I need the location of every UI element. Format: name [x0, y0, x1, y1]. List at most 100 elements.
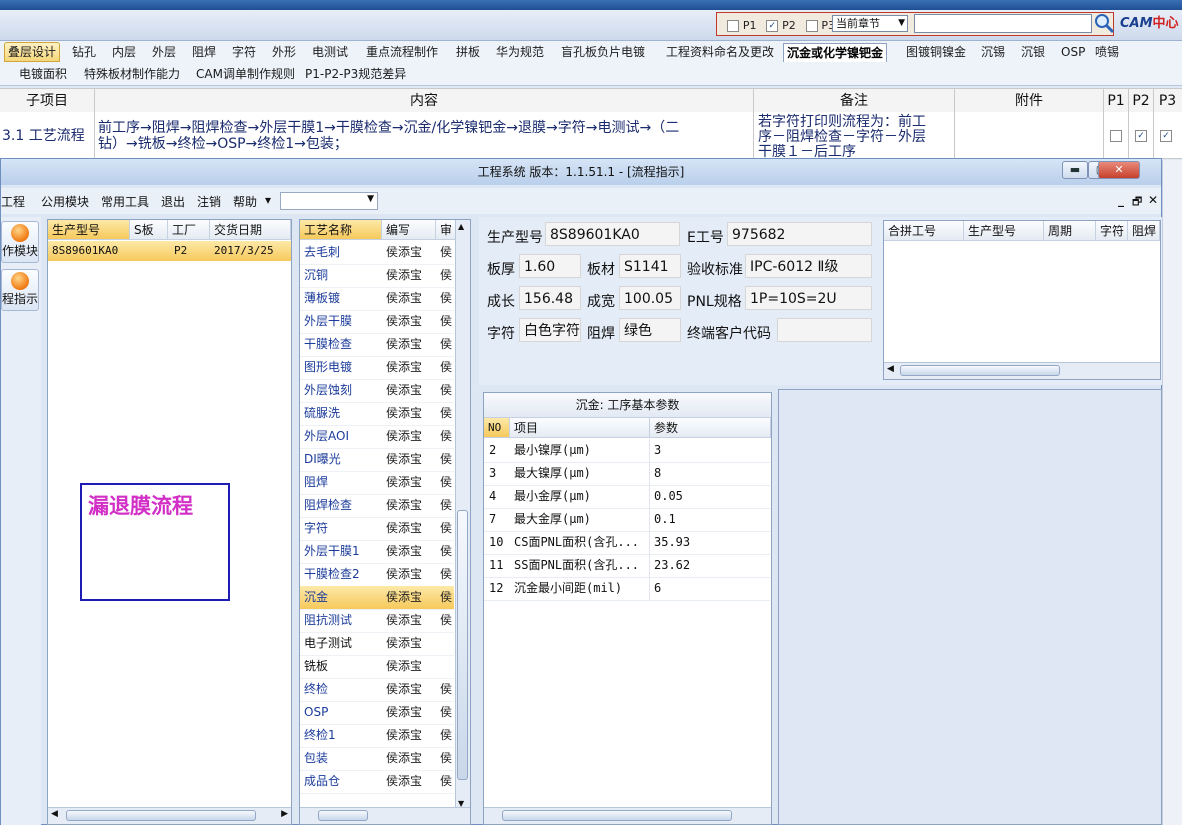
tab-cam-rules[interactable]: CAM调单制作规则 — [193, 65, 298, 83]
process-hscrollbar[interactable] — [300, 807, 470, 824]
params-col-value[interactable]: 参数 — [650, 418, 771, 438]
tab-drill[interactable]: 钻孔 — [69, 43, 99, 61]
param-row[interactable]: 10 CS面PNL面积(含孔... 35.93 — [484, 531, 770, 555]
process-row[interactable]: 图形电镀 侯添宝 侯 — [300, 356, 454, 380]
module-button-flow[interactable]: 程指示 — [1, 269, 39, 311]
pnl-field[interactable]: 1P=10S=2U — [745, 286, 872, 310]
chapter-select[interactable]: 当前章节 ▼ — [832, 15, 908, 32]
tab-naming[interactable]: 工程资料命名及更改 — [663, 43, 777, 61]
menu-logout[interactable]: 注销 — [197, 193, 221, 210]
tab-outer[interactable]: 外层 — [149, 43, 179, 61]
process-row[interactable]: 字符 侯添宝 侯 — [300, 517, 454, 541]
tab-special-material[interactable]: 特殊板材制作能力 — [81, 65, 183, 83]
process-row[interactable]: 成品仓 侯添宝 侯 — [300, 770, 454, 794]
search-input[interactable] — [914, 14, 1092, 33]
process-row[interactable]: 薄板镀 侯添宝 侯 — [300, 287, 454, 311]
process-row[interactable]: 包装 侯添宝 侯 — [300, 747, 454, 771]
menu-project[interactable]: 工程 — [1, 193, 25, 210]
proc-col-reviewer[interactable]: 审 — [436, 220, 456, 240]
tab-hasl[interactable]: 喷锡 — [1092, 43, 1122, 61]
tab-silver[interactable]: 沉银 — [1018, 43, 1048, 61]
orders-col-factory[interactable]: 工厂 — [168, 220, 210, 240]
p1-checkbox[interactable] — [727, 19, 739, 32]
tab-soldermask[interactable]: 阻焊 — [189, 43, 219, 61]
tab-osp[interactable]: OSP — [1058, 43, 1088, 61]
proc-col-author[interactable]: 编写 — [382, 220, 436, 240]
menu-exit[interactable]: 退出 — [161, 193, 185, 210]
process-row[interactable]: 沉铜 侯添宝 侯 — [300, 264, 454, 288]
process-row[interactable]: 沉金 侯添宝 侯 — [300, 586, 454, 610]
process-row[interactable]: 去毛刺 侯添宝 侯 — [300, 241, 454, 265]
tab-blind-hole[interactable]: 盲孔板负片电镀 — [558, 43, 648, 61]
p3-checkbox[interactable] — [805, 19, 818, 32]
tab-stackup[interactable]: 叠层设计 — [4, 42, 61, 62]
row-p1-checkbox[interactable] — [1110, 130, 1122, 142]
mdi-restore-button[interactable]: 🗗 — [1132, 193, 1142, 212]
scroll-thumb[interactable] — [457, 510, 468, 780]
tab-plating[interactable]: 图镀铜镍金 — [903, 43, 969, 61]
orders-hscrollbar[interactable]: ◀ ▶ — [48, 807, 291, 824]
length-field[interactable]: 156.48 — [519, 286, 581, 310]
params-hscrollbar[interactable] — [484, 807, 771, 824]
merge-col-period[interactable]: 周期 — [1044, 221, 1096, 241]
merge-col-mask[interactable]: 阻焊 — [1128, 221, 1160, 241]
process-row[interactable]: 干膜检查 侯添宝 侯 — [300, 333, 454, 357]
tab-p-diff[interactable]: P1-P2-P3规范差异 — [302, 65, 409, 83]
tab-key-flow[interactable]: 重点流程制作 — [363, 43, 441, 61]
mdi-minimize-button[interactable]: _ — [1118, 193, 1124, 207]
process-row[interactable]: 阻焊检查 侯添宝 侯 — [300, 494, 454, 518]
process-row[interactable]: 干膜检查2 侯添宝 侯 — [300, 563, 454, 587]
merge-col-silk[interactable]: 字符 — [1096, 221, 1128, 241]
scroll-thumb[interactable] — [502, 810, 732, 821]
tab-profile[interactable]: 外形 — [269, 43, 299, 61]
menu-help[interactable]: 帮助 — [233, 193, 257, 210]
param-row[interactable]: 4 最小金厚(μm) 0.05 — [484, 485, 770, 509]
customer-code-field[interactable] — [777, 318, 872, 342]
process-row[interactable]: 外层干膜1 侯添宝 侯 — [300, 540, 454, 564]
process-row[interactable]: 阻抗测试 侯添宝 侯 — [300, 609, 454, 633]
silkscreen-field[interactable]: 白色字符 — [519, 318, 581, 342]
process-row[interactable]: 电子测试 侯添宝 — [300, 632, 454, 656]
tab-plating-area[interactable]: 电镀面积 — [16, 65, 70, 83]
menu-combo[interactable]: ▼ — [280, 192, 378, 210]
thickness-field[interactable]: 1.60 — [519, 254, 581, 278]
soldermask-field[interactable]: 绿色 — [619, 318, 681, 342]
row-p2-checkbox[interactable]: ✓ — [1135, 130, 1147, 142]
merge-col-model[interactable]: 生产型号 — [964, 221, 1044, 241]
row-p3-checkbox[interactable]: ✓ — [1160, 130, 1172, 142]
close-button[interactable]: ✕ — [1098, 161, 1140, 179]
tab-huawei[interactable]: 华为规范 — [493, 43, 547, 61]
param-row[interactable]: 3 最大镍厚(μm) 8 — [484, 462, 770, 486]
mdi-close-button[interactable]: ✕ — [1148, 193, 1158, 207]
module-button-work[interactable]: 作模块 — [1, 221, 39, 263]
process-row[interactable]: 终检 侯添宝 侯 — [300, 678, 454, 702]
tab-silkscreen[interactable]: 字符 — [229, 43, 259, 61]
width-field[interactable]: 100.05 — [619, 286, 681, 310]
process-row[interactable]: 终检1 侯添宝 侯 — [300, 724, 454, 748]
scroll-thumb[interactable] — [900, 365, 1060, 376]
model-field[interactable]: 8S89601KA0 — [545, 222, 680, 246]
process-row[interactable]: 硫脲洗 侯添宝 侯 — [300, 402, 454, 426]
process-row[interactable]: 外层干膜 侯添宝 侯 — [300, 310, 454, 334]
menu-tools[interactable]: 常用工具 — [101, 193, 149, 210]
process-row[interactable]: 阻焊 侯添宝 侯 — [300, 471, 454, 495]
order-row[interactable]: 8S89601KA0 P2 2017/3/25 — [48, 241, 291, 261]
param-row[interactable]: 7 最大金厚(μm) 0.1 — [484, 508, 770, 532]
tab-enig[interactable]: 沉金或化学镍钯金 — [783, 43, 888, 62]
p2-checkbox[interactable]: ✓ — [766, 19, 779, 32]
process-row[interactable]: 外层AOI 侯添宝 侯 — [300, 425, 454, 449]
outer-vscrollbar[interactable] — [1162, 160, 1182, 825]
process-row[interactable]: 外层蚀刻 侯添宝 侯 — [300, 379, 454, 403]
standard-field[interactable]: IPC-6012 Ⅱ级 — [745, 254, 872, 278]
merge-col-eno[interactable]: 合拼工号 — [884, 221, 964, 241]
param-row[interactable]: 2 最小镍厚(μm) 3 — [484, 439, 770, 463]
merge-hscrollbar[interactable]: ◀ — [884, 362, 1160, 379]
orders-col-date[interactable]: 交货日期 — [210, 220, 291, 240]
param-row[interactable]: 11 SS面PNL面积(含孔... 23.62 — [484, 554, 770, 578]
orders-col-sboard[interactable]: S板 — [130, 220, 168, 240]
params-col-no[interactable]: NO — [484, 418, 510, 438]
process-row[interactable]: OSP 侯添宝 侯 — [300, 701, 454, 725]
minimize-button[interactable]: ▬ — [1062, 161, 1088, 179]
tab-panel[interactable]: 拼板 — [453, 43, 483, 61]
menu-common-module[interactable]: 公用模块 — [41, 193, 89, 210]
